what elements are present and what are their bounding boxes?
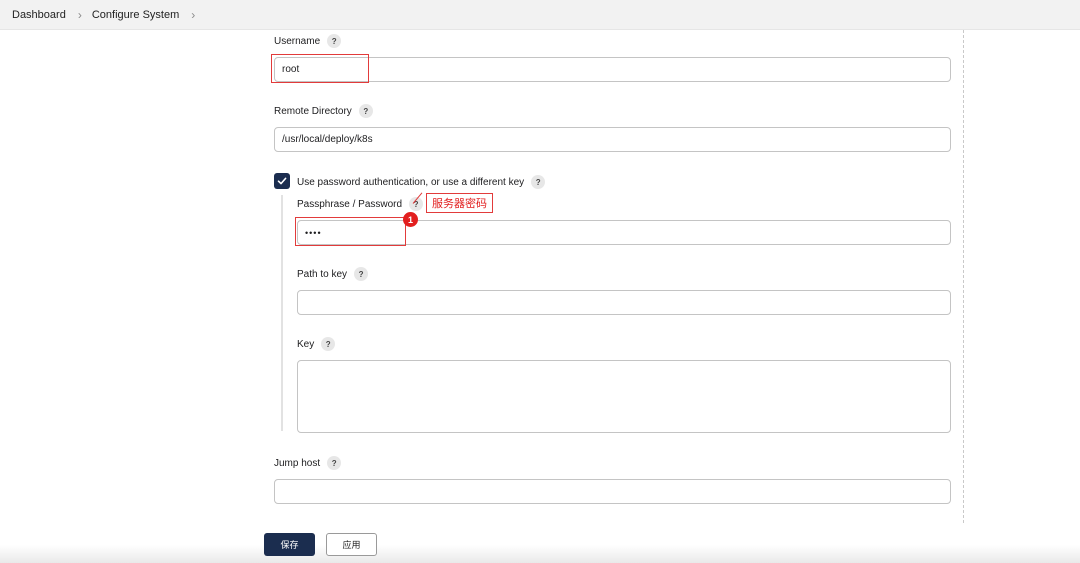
jump-host-label: Jump host [274,457,321,469]
use-password-checkbox[interactable] [274,173,290,189]
username-label-row: Username ? [274,34,342,48]
path-to-key-field[interactable] [297,290,951,315]
breadcrumb-dashboard[interactable]: Dashboard [12,9,66,21]
use-password-label-row: Use password authentication, or use a di… [297,175,546,189]
help-icon[interactable]: ? [321,337,336,351]
help-icon[interactable]: ? [354,267,369,281]
bottom-bar-shadow [0,545,1080,563]
passphrase-label-row: Passphrase / Password ? [297,197,424,211]
passphrase-value: •••• [305,227,322,238]
nested-group-indicator [281,195,283,431]
checkmark-icon [277,177,287,185]
path-to-key-label: Path to key [297,268,348,280]
remote-directory-field[interactable]: /usr/local/deploy/k8s [274,127,951,152]
chevron-right-icon: › [77,7,82,22]
username-value: root [282,64,300,75]
passphrase-label: Passphrase / Password [297,198,403,210]
username-field[interactable]: root [274,57,951,82]
key-label-row: Key ? [297,337,336,351]
remote-directory-label-row: Remote Directory ? [274,104,373,118]
remote-directory-value: /usr/local/deploy/k8s [282,134,373,145]
jump-host-label-row: Jump host ? [274,456,342,470]
apply-button[interactable]: 应用 [326,533,377,556]
path-to-key-label-row: Path to key ? [297,267,369,281]
help-icon[interactable]: ? [327,34,342,48]
jump-host-field[interactable] [274,479,951,504]
use-password-label: Use password authentication, or use a di… [297,176,525,188]
username-label: Username [274,35,321,47]
passphrase-field[interactable]: •••• [297,220,951,245]
breadcrumb-configure-system[interactable]: Configure System [92,9,179,21]
save-button[interactable]: 保存 [264,533,315,556]
help-icon[interactable]: ? [327,456,342,470]
key-textarea[interactable] [297,360,951,433]
breadcrumb: Dashboard › Configure System › [0,0,1080,30]
help-icon[interactable]: ? [531,175,546,189]
chevron-right-icon[interactable]: › [191,9,195,21]
help-icon[interactable]: ? [358,104,373,118]
key-label: Key [297,338,315,350]
remote-directory-label: Remote Directory [274,105,352,117]
annotation-label: 服务器密码 [426,193,493,213]
annotation-number-badge: 1 [403,212,418,227]
